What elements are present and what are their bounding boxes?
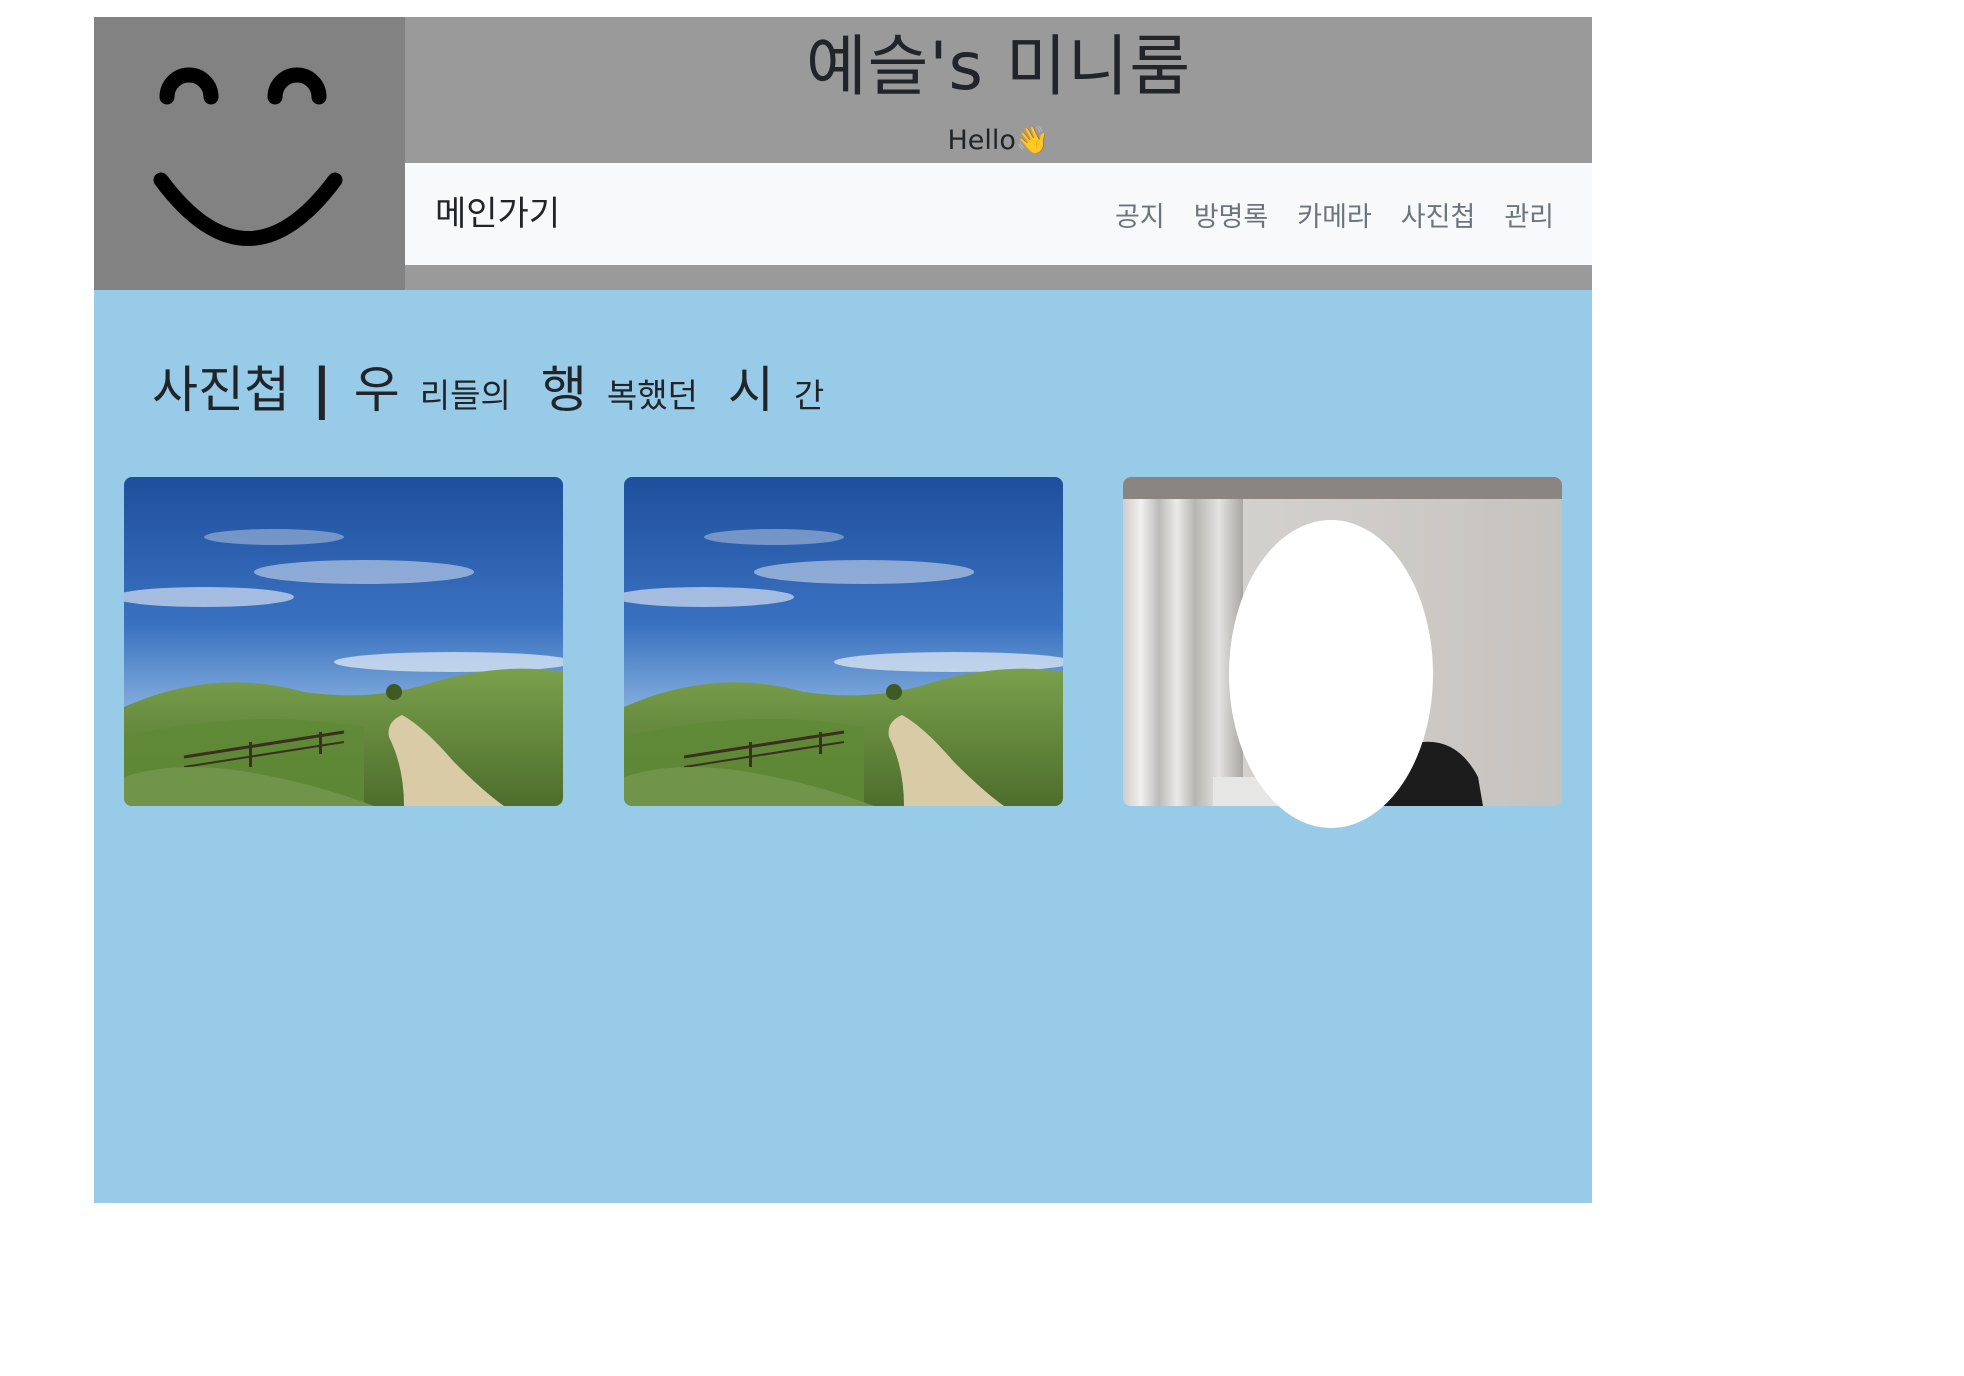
nav-link-gallery[interactable]: 사진첩 (1401, 195, 1476, 234)
nav-links: 공지 방명록 카메라 사진첩 관리 (1086, 163, 1554, 265)
nav-link-guestbook[interactable]: 방명록 (1194, 195, 1269, 234)
face-privacy-mask (1229, 520, 1433, 828)
gallery-title-small-1: 리들의 (419, 376, 511, 415)
logo[interactable] (94, 17, 405, 290)
gallery-title-main: 사진첩 (152, 361, 290, 419)
nav-link-admin[interactable]: 관리 (1504, 195, 1554, 234)
gallery-title-big-1: 우 (353, 361, 400, 419)
gallery-photo[interactable] (624, 477, 1063, 806)
gallery-title-small-3: 간 (793, 376, 825, 415)
nav-link-notice[interactable]: 공지 (1115, 195, 1165, 234)
page-frame: 예슬's 미니룸 Hello👋 메인가기 공지 방명록 카메라 사진첩 관리 사… (94, 17, 1592, 1203)
site-title: 예슬's 미니룸 (805, 28, 1192, 105)
site-header: 예슬's 미니룸 Hello👋 메인가기 공지 방명록 카메라 사진첩 관리 (94, 17, 1592, 290)
gallery-title-big-2: 행 (540, 361, 587, 419)
gallery-title-separator: | (312, 357, 332, 420)
landscape-photo (624, 477, 1063, 806)
navbar: 메인가기 공지 방명록 카메라 사진첩 관리 (405, 163, 1592, 265)
greeting-text: Hello👋 (405, 121, 1592, 161)
waving-hand-icon: 👋 (1015, 125, 1050, 156)
greeting-label: Hello (947, 125, 1016, 156)
nav-link-camera[interactable]: 카메라 (1297, 195, 1372, 234)
gallery-photo[interactable] (124, 477, 563, 806)
smiley-face-icon (153, 67, 343, 246)
landscape-photo (124, 477, 563, 806)
gallery-title-small-2: 복했던 (606, 376, 698, 415)
gallery-section: 사진첩 | 우 리들의 행 복했던 시 간 (94, 290, 1592, 1203)
home-link[interactable]: 메인가기 (435, 163, 560, 265)
gallery-title: 사진첩 | 우 리들의 행 복했던 시 간 (152, 350, 854, 430)
gallery-title-big-3: 시 (727, 361, 774, 419)
